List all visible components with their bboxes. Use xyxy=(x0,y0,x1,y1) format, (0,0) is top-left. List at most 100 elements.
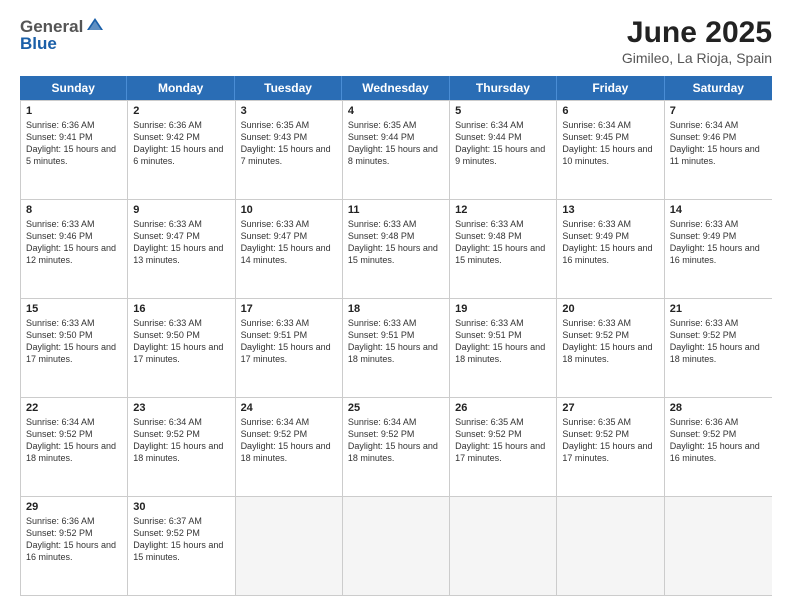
month-title: June 2025 xyxy=(622,16,772,50)
calendar-cell: 17 Sunrise: 6:33 AM Sunset: 9:51 PM Dayli… xyxy=(236,299,343,397)
calendar-cell: 7 Sunrise: 6:34 AM Sunset: 9:46 PM Daylig… xyxy=(665,101,772,199)
day-info: Sunrise: 6:34 AM Sunset: 9:45 PM Dayligh… xyxy=(562,119,658,168)
calendar: SundayMondayTuesdayWednesdayThursdayFrid… xyxy=(20,76,772,596)
weekday-header: Monday xyxy=(127,76,234,100)
day-number: 11 xyxy=(348,204,444,216)
calendar-cell: 30 Sunrise: 6:37 AM Sunset: 9:52 PM Dayli… xyxy=(128,497,235,595)
day-info: Sunrise: 6:35 AM Sunset: 9:44 PM Dayligh… xyxy=(348,119,444,168)
calendar-cell: 2 Sunrise: 6:36 AM Sunset: 9:42 PM Daylig… xyxy=(128,101,235,199)
day-info: Sunrise: 6:33 AM Sunset: 9:49 PM Dayligh… xyxy=(670,218,767,267)
day-info: Sunrise: 6:33 AM Sunset: 9:50 PM Dayligh… xyxy=(133,317,229,366)
logo: General Blue xyxy=(20,16,105,54)
calendar-cell: 10 Sunrise: 6:33 AM Sunset: 9:47 PM Dayli… xyxy=(236,200,343,298)
calendar-cell: 5 Sunrise: 6:34 AM Sunset: 9:44 PM Daylig… xyxy=(450,101,557,199)
day-info: Sunrise: 6:36 AM Sunset: 9:42 PM Dayligh… xyxy=(133,119,229,168)
day-number: 1 xyxy=(26,105,122,117)
weekday-header: Wednesday xyxy=(342,76,449,100)
calendar-cell: 29 Sunrise: 6:36 AM Sunset: 9:52 PM Dayli… xyxy=(21,497,128,595)
day-number: 21 xyxy=(670,303,767,315)
day-info: Sunrise: 6:35 AM Sunset: 9:52 PM Dayligh… xyxy=(562,416,658,465)
calendar-cell: 21 Sunrise: 6:33 AM Sunset: 9:52 PM Dayli… xyxy=(665,299,772,397)
calendar-cell xyxy=(557,497,664,595)
day-number: 25 xyxy=(348,402,444,414)
day-number: 15 xyxy=(26,303,122,315)
day-info: Sunrise: 6:36 AM Sunset: 9:52 PM Dayligh… xyxy=(26,515,122,564)
calendar-cell: 11 Sunrise: 6:33 AM Sunset: 9:48 PM Dayli… xyxy=(343,200,450,298)
calendar-cell: 26 Sunrise: 6:35 AM Sunset: 9:52 PM Dayli… xyxy=(450,398,557,496)
page: General Blue June 2025 Gimileo, La Rioja… xyxy=(0,0,792,612)
day-info: Sunrise: 6:33 AM Sunset: 9:47 PM Dayligh… xyxy=(133,218,229,267)
day-number: 9 xyxy=(133,204,229,216)
calendar-cell xyxy=(450,497,557,595)
calendar-cell: 1 Sunrise: 6:36 AM Sunset: 9:41 PM Daylig… xyxy=(21,101,128,199)
day-info: Sunrise: 6:33 AM Sunset: 9:51 PM Dayligh… xyxy=(348,317,444,366)
day-number: 13 xyxy=(562,204,658,216)
day-info: Sunrise: 6:34 AM Sunset: 9:46 PM Dayligh… xyxy=(670,119,767,168)
calendar-cell: 15 Sunrise: 6:33 AM Sunset: 9:50 PM Dayli… xyxy=(21,299,128,397)
day-number: 30 xyxy=(133,501,229,513)
calendar-cell: 12Sunrise: 6:33 AM Sunset: 9:48 PM Dayli… xyxy=(450,200,557,298)
calendar-week: 8Sunrise: 6:33 AM Sunset: 9:46 PM Daylig… xyxy=(21,199,772,298)
calendar-cell: 23 Sunrise: 6:34 AM Sunset: 9:52 PM Dayli… xyxy=(128,398,235,496)
weekday-header: Thursday xyxy=(450,76,557,100)
day-number: 28 xyxy=(670,402,767,414)
day-number: 7 xyxy=(670,105,767,117)
day-info: Sunrise: 6:33 AM Sunset: 9:52 PM Dayligh… xyxy=(670,317,767,366)
day-info: Sunrise: 6:33 AM Sunset: 9:46 PM Dayligh… xyxy=(26,218,122,267)
day-info: Sunrise: 6:34 AM Sunset: 9:52 PM Dayligh… xyxy=(348,416,444,465)
day-number: 3 xyxy=(241,105,337,117)
day-info: Sunrise: 6:33 AM Sunset: 9:50 PM Dayligh… xyxy=(26,317,122,366)
day-info: Sunrise: 6:33 AM Sunset: 9:49 PM Dayligh… xyxy=(562,218,658,267)
calendar-week: 15 Sunrise: 6:33 AM Sunset: 9:50 PM Dayli… xyxy=(21,298,772,397)
calendar-cell: 6 Sunrise: 6:34 AM Sunset: 9:45 PM Daylig… xyxy=(557,101,664,199)
weekday-header: Friday xyxy=(557,76,664,100)
day-number: 22 xyxy=(26,402,122,414)
day-info: Sunrise: 6:33 AM Sunset: 9:47 PM Dayligh… xyxy=(241,218,337,267)
day-info: Sunrise: 6:34 AM Sunset: 9:44 PM Dayligh… xyxy=(455,119,551,168)
day-number: 4 xyxy=(348,105,444,117)
day-info: Sunrise: 6:35 AM Sunset: 9:43 PM Dayligh… xyxy=(241,119,337,168)
day-info: Sunrise: 6:33 AM Sunset: 9:51 PM Dayligh… xyxy=(455,317,551,366)
calendar-cell: 19 Sunrise: 6:33 AM Sunset: 9:51 PM Dayli… xyxy=(450,299,557,397)
day-number: 26 xyxy=(455,402,551,414)
day-number: 10 xyxy=(241,204,337,216)
day-number: 19 xyxy=(455,303,551,315)
calendar-cell: 14Sunrise: 6:33 AM Sunset: 9:49 PM Dayli… xyxy=(665,200,772,298)
calendar-cell: 22Sunrise: 6:34 AM Sunset: 9:52 PM Dayli… xyxy=(21,398,128,496)
logo-icon xyxy=(85,16,105,36)
day-info: Sunrise: 6:33 AM Sunset: 9:51 PM Dayligh… xyxy=(241,317,337,366)
day-info: Sunrise: 6:33 AM Sunset: 9:48 PM Dayligh… xyxy=(348,218,444,267)
weekday-header: Saturday xyxy=(665,76,772,100)
day-info: Sunrise: 6:35 AM Sunset: 9:52 PM Dayligh… xyxy=(455,416,551,465)
day-number: 5 xyxy=(455,105,551,117)
day-number: 23 xyxy=(133,402,229,414)
calendar-body: 1 Sunrise: 6:36 AM Sunset: 9:41 PM Daylig… xyxy=(20,100,772,596)
calendar-cell: 4 Sunrise: 6:35 AM Sunset: 9:44 PM Daylig… xyxy=(343,101,450,199)
calendar-cell: 8Sunrise: 6:33 AM Sunset: 9:46 PM Daylig… xyxy=(21,200,128,298)
day-number: 16 xyxy=(133,303,229,315)
day-number: 24 xyxy=(241,402,337,414)
title-block: June 2025 Gimileo, La Rioja, Spain xyxy=(622,16,772,66)
day-number: 17 xyxy=(241,303,337,315)
calendar-cell xyxy=(236,497,343,595)
day-number: 29 xyxy=(26,501,122,513)
calendar-cell: 13 Sunrise: 6:33 AM Sunset: 9:49 PM Dayli… xyxy=(557,200,664,298)
day-info: Sunrise: 6:37 AM Sunset: 9:52 PM Dayligh… xyxy=(133,515,229,564)
calendar-cell xyxy=(343,497,450,595)
logo-blue: Blue xyxy=(20,34,57,54)
calendar-cell: 27 Sunrise: 6:35 AM Sunset: 9:52 PM Dayli… xyxy=(557,398,664,496)
day-info: Sunrise: 6:36 AM Sunset: 9:41 PM Dayligh… xyxy=(26,119,122,168)
calendar-cell: 24 Sunrise: 6:34 AM Sunset: 9:52 PM Dayli… xyxy=(236,398,343,496)
day-number: 27 xyxy=(562,402,658,414)
day-info: Sunrise: 6:34 AM Sunset: 9:52 PM Dayligh… xyxy=(133,416,229,465)
day-info: Sunrise: 6:34 AM Sunset: 9:52 PM Dayligh… xyxy=(241,416,337,465)
weekday-header: Tuesday xyxy=(235,76,342,100)
day-number: 6 xyxy=(562,105,658,117)
calendar-cell: 3 Sunrise: 6:35 AM Sunset: 9:43 PM Daylig… xyxy=(236,101,343,199)
calendar-cell: 16 Sunrise: 6:33 AM Sunset: 9:50 PM Dayli… xyxy=(128,299,235,397)
day-number: 20 xyxy=(562,303,658,315)
day-number: 2 xyxy=(133,105,229,117)
day-number: 18 xyxy=(348,303,444,315)
header: General Blue June 2025 Gimileo, La Rioja… xyxy=(20,16,772,66)
calendar-week: 29 Sunrise: 6:36 AM Sunset: 9:52 PM Dayli… xyxy=(21,496,772,595)
